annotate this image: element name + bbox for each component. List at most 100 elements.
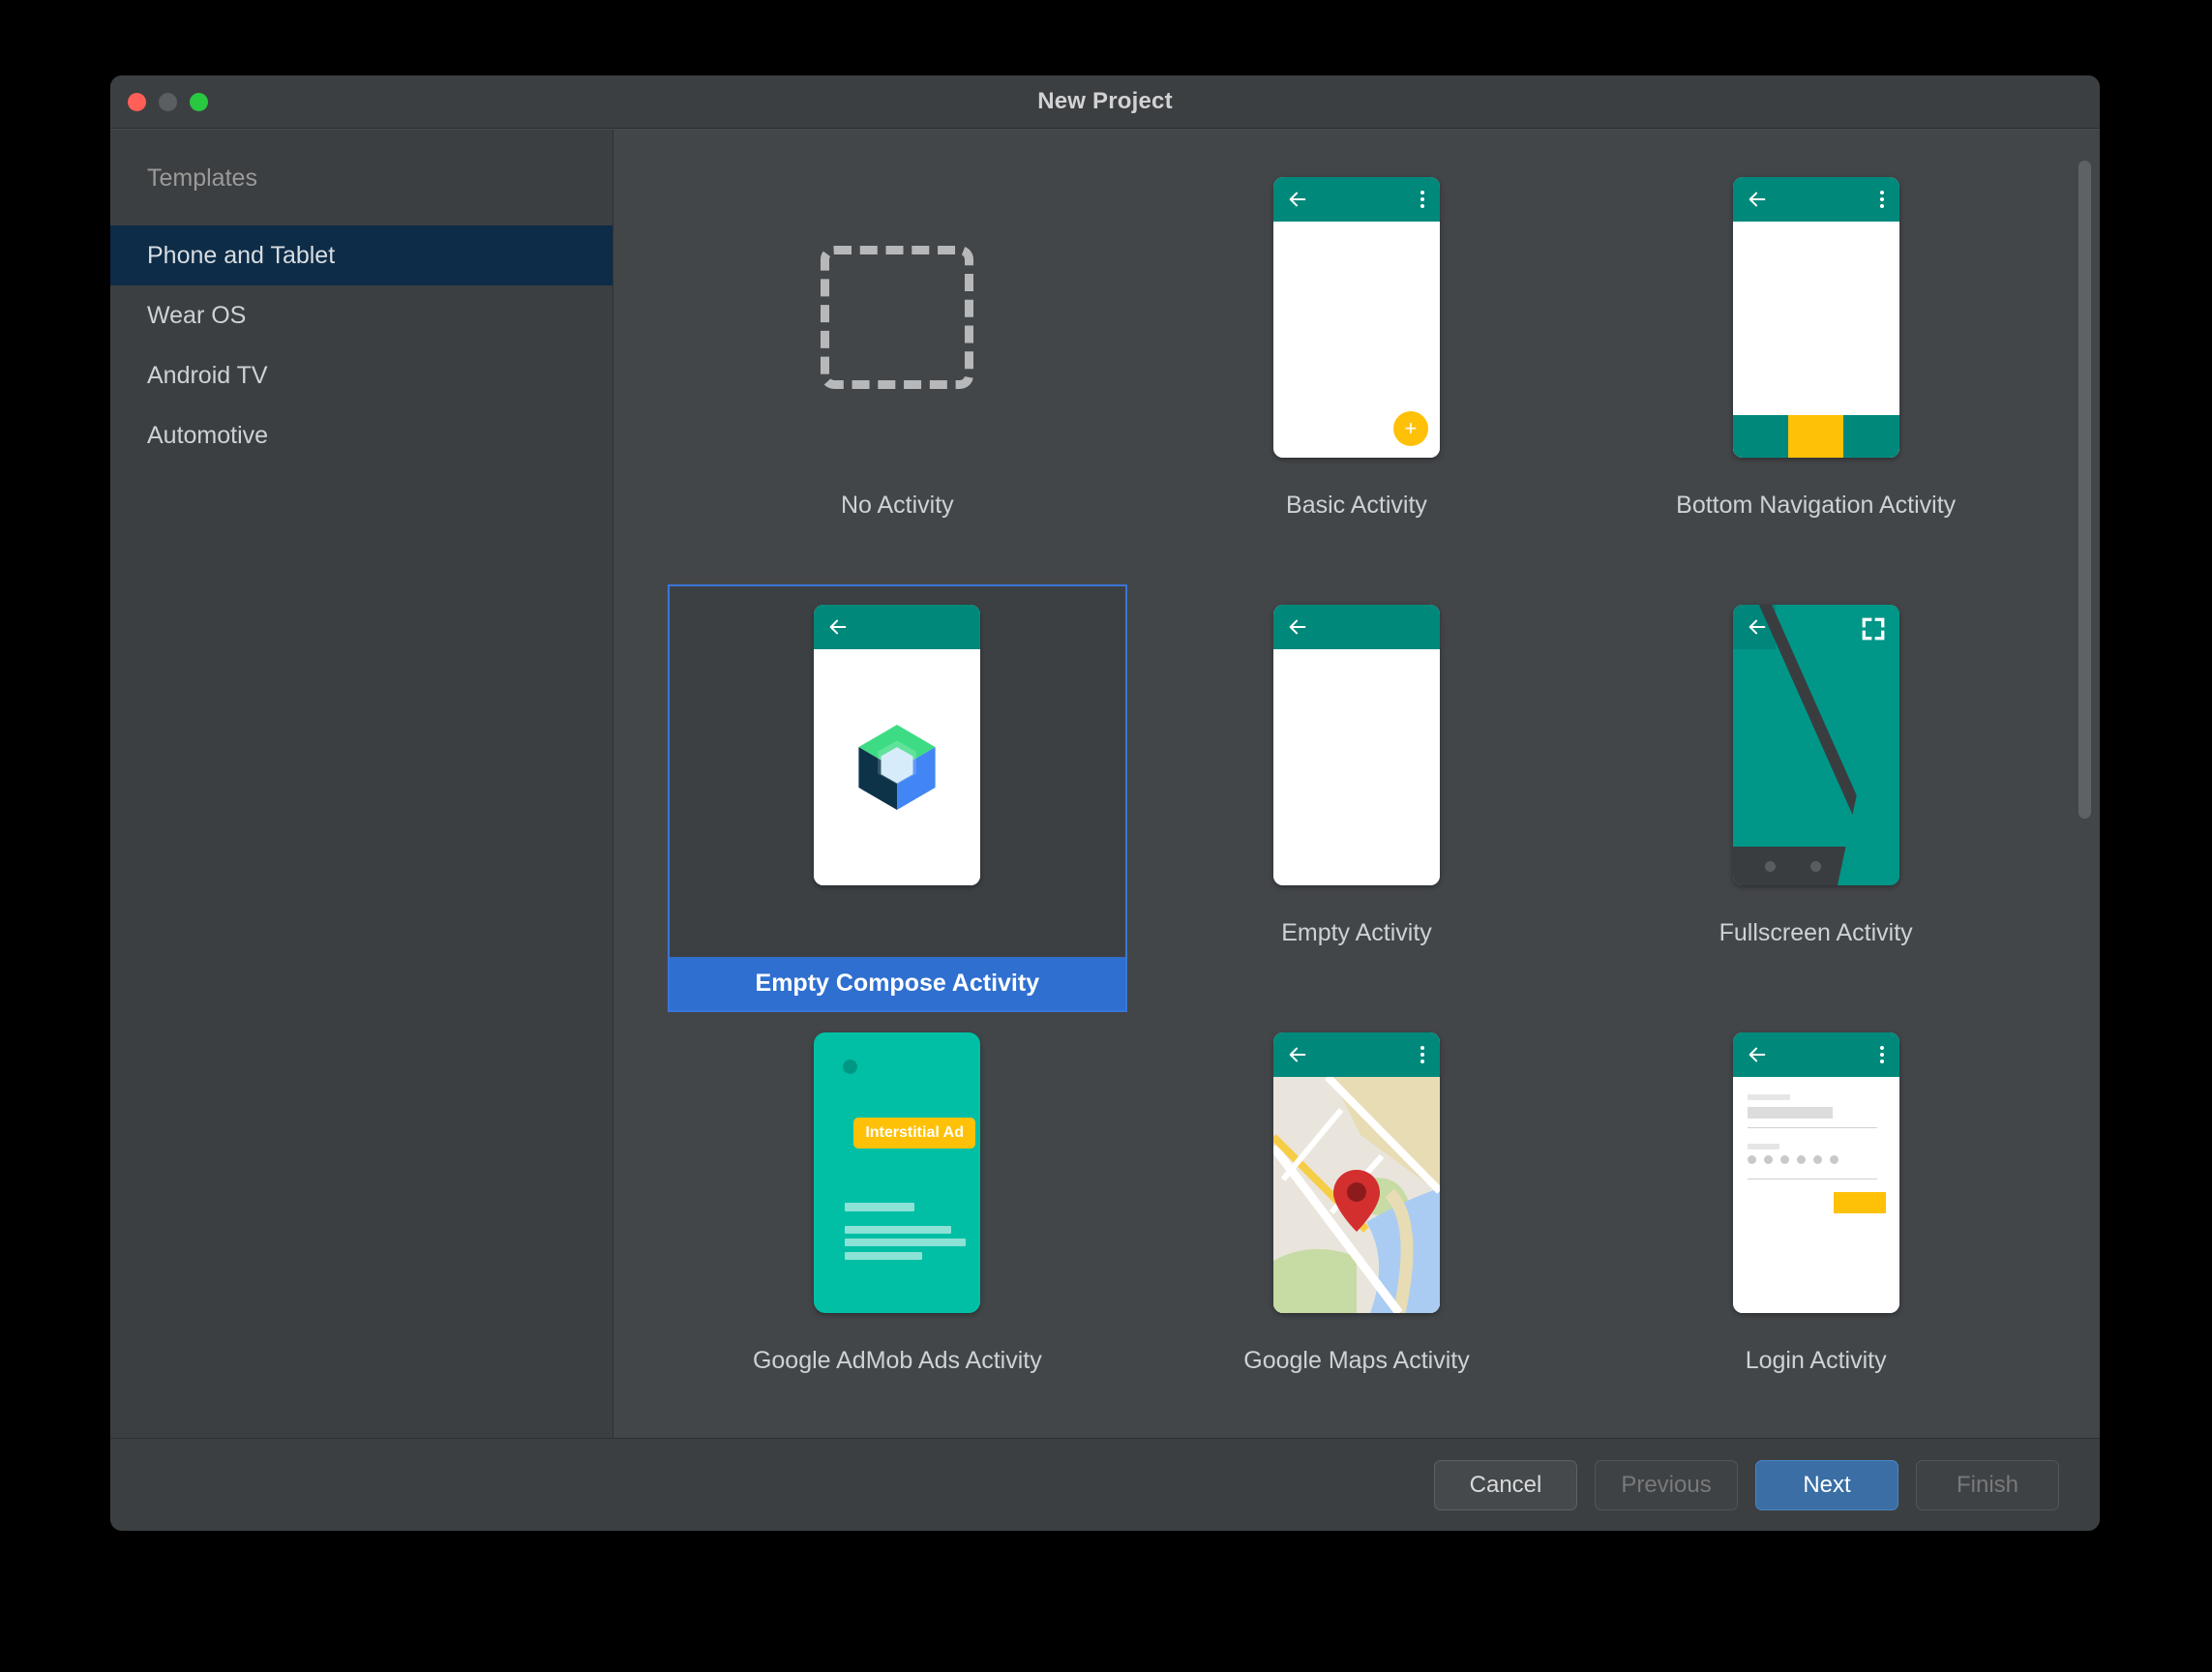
overflow-menu-icon [1879,1046,1884,1063]
template-card-empty-activity[interactable]: Empty Activity [1127,584,1587,1012]
phone-preview [1272,605,1440,885]
app-bar [1272,1032,1440,1077]
dialog-footer: Cancel Previous Next Finish [110,1438,2100,1531]
overflow-menu-icon [1420,1046,1424,1063]
content-scrollbar[interactable] [2078,143,2091,990]
back-arrow-icon [829,619,847,635]
back-arrow-icon [1749,1047,1765,1062]
template-label: No Activity [840,492,954,519]
template-card-basic-activity[interactable]: + Basic Activity [1127,157,1587,584]
phone-preview [1272,1032,1440,1313]
floating-action-button-icon: + [1392,411,1428,446]
placeholder-line [845,1239,967,1246]
bottom-navigation-bar [1732,415,1899,458]
placeholder-line [845,1203,915,1211]
template-label: Login Activity [1745,1347,1887,1374]
close-window-icon[interactable] [128,92,146,111]
placeholder-line [845,1226,952,1234]
template-card-google-admob-ads-activity[interactable]: Interstitial Ad Google AdMob Ads Activit… [668,1012,1127,1438]
app-bar [1732,177,1899,222]
admob-preview: Interstitial Ad [814,1032,981,1313]
sidebar-item-wear-os[interactable]: Wear OS [110,285,613,345]
template-thumbnail [1732,594,1899,896]
template-card-google-maps-activity[interactable]: Google Maps Activity [1127,1012,1587,1438]
jetpack-compose-logo-icon [858,725,936,810]
app-bar [814,605,981,649]
username-underline [1747,1127,1877,1128]
template-label: Google Maps Activity [1243,1347,1470,1374]
username-field-placeholder[interactable] [1747,1107,1833,1119]
back-arrow-icon [1749,192,1765,207]
phone-screen [1732,1077,1899,1313]
template-label: Google AdMob Ads Activity [752,1347,1042,1374]
dashed-placeholder-icon [821,246,974,389]
template-card-bottom-navigation-activity[interactable]: Bottom Navigation Activity [1586,157,2046,584]
bottom-nav-item [1843,415,1899,458]
sidebar-heading: Templates [147,164,257,192]
overflow-menu-icon [1879,191,1884,208]
new-project-dialog: New Project Templates Phone and Tablet W… [110,75,2100,1531]
cancel-button[interactable]: Cancel [1434,1459,1577,1510]
app-bar [1272,177,1440,222]
phone-screen [1272,649,1440,885]
dialog-body: Templates Phone and Tablet Wear OS Andro… [110,129,2100,1438]
sidebar-item-label: Wear OS [147,301,247,329]
bottom-nav-item [1732,415,1788,458]
template-card-fullscreen-activity[interactable]: Fullscreen Activity [1586,584,2046,1012]
finish-button: Finish [1916,1459,2059,1510]
sign-in-button-placeholder[interactable] [1833,1192,1886,1213]
admob-surface: Interstitial Ad [822,1040,981,1313]
scrollbar-thumb[interactable] [2078,161,2091,819]
username-label-placeholder [1747,1094,1790,1100]
template-label: Bottom Navigation Activity [1676,492,1957,519]
fullscreen-right-wedge [1837,605,1899,885]
map-preview-icon [1272,1077,1440,1313]
templates-sidebar: Templates Phone and Tablet Wear OS Andro… [110,130,613,1438]
sidebar-item-android-tv[interactable]: Android TV [110,345,613,405]
template-label: Empty Activity [1281,919,1432,946]
screen-root: New Project Templates Phone and Tablet W… [0,0,2212,1672]
password-label-placeholder [1747,1144,1779,1150]
template-card-login-activity[interactable]: Login Activity [1586,1012,2046,1438]
template-thumbnail: + [1272,166,1440,468]
expand-fullscreen-icon [1862,617,1885,641]
next-button[interactable]: Next [1755,1459,1898,1510]
template-label: Basic Activity [1286,492,1427,519]
phone-preview [814,605,981,885]
phone-screen: + [1272,222,1440,458]
phone-screen [1272,1077,1440,1313]
phone-screen [1732,222,1899,458]
window-titlebar: New Project [110,75,2100,129]
back-arrow-icon [1289,192,1306,207]
minimize-window-icon[interactable] [159,92,177,111]
template-thumbnail [1732,166,1899,468]
sidebar-item-automotive[interactable]: Automotive [110,405,613,465]
template-card-no-activity[interactable]: No Activity [668,157,1127,584]
template-grid: No Activity + Basic Activity Bottom Navi… [613,130,2100,1438]
template-card-empty-compose-activity[interactable]: Empty Compose Activity [668,584,1127,1012]
template-label: Fullscreen Activity [1719,919,1913,946]
previous-button: Previous [1595,1459,1738,1510]
bottom-nav-item-active [1787,415,1844,458]
phone-screen [814,649,981,885]
sidebar-item-label: Android TV [147,361,268,389]
phone-preview: + [1272,177,1440,458]
sidebar-item-phone-and-tablet[interactable]: Phone and Tablet [110,225,613,285]
nav-dot [1765,860,1777,872]
maximize-window-icon[interactable] [190,92,208,111]
back-arrow-icon [1289,619,1306,635]
app-bar [1272,605,1440,649]
phone-preview [1732,605,1899,885]
template-thumbnail [814,594,981,896]
password-field-placeholder[interactable] [1747,1155,1838,1164]
overflow-menu-icon [1420,191,1424,208]
phone-preview [1732,1032,1899,1313]
sidebar-item-label: Phone and Tablet [147,241,336,269]
back-arrow-icon [1749,619,1765,635]
phone-preview [1732,177,1899,458]
template-thumbnail: Interstitial Ad [814,1022,981,1324]
admob-avatar-dot-icon [843,1060,858,1074]
app-bar [1732,1032,1899,1077]
window-title: New Project [1037,88,1173,114]
template-thumbnail [1732,1022,1899,1324]
